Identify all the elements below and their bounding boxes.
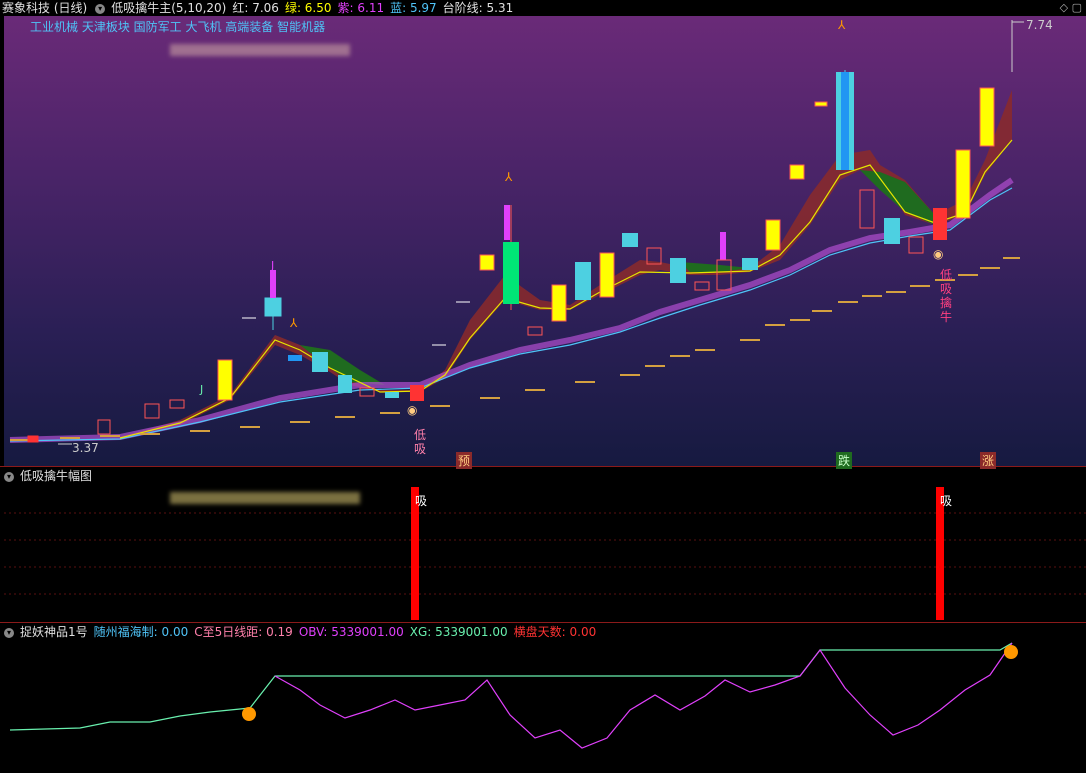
flag-rise: 涨 xyxy=(980,452,997,469)
obv-magenta xyxy=(274,642,1013,749)
flag-predict: 预 xyxy=(456,452,473,469)
panel2-header: ▾ 低吸擒牛幅图 xyxy=(2,468,98,484)
person-icon: ⅄ xyxy=(290,316,298,330)
money-bag-icon: ◉ xyxy=(407,403,418,417)
signal-low-buy-2: 低 吸 擒 牛 xyxy=(940,268,953,324)
low-price-label: 3.37 xyxy=(72,441,99,455)
dropdown-icon[interactable]: ▾ xyxy=(4,627,14,638)
obv-green xyxy=(9,642,1013,731)
bar-label-2: 吸 xyxy=(940,494,953,508)
marker-j-2: J xyxy=(200,383,204,396)
panel-divider-2[interactable] xyxy=(0,622,1086,623)
panel3-header: ▾ 捉妖神品1号 随州福海制: 0.00 C至5日线距: 0.19 OBV: 53390… xyxy=(2,624,602,640)
p3-value-5: 横盘天数: 0.00 xyxy=(513,625,597,639)
dropdown-icon[interactable]: ▾ xyxy=(4,471,14,482)
blurred-text xyxy=(170,492,360,504)
panel2-title[interactable]: 低吸擒牛幅图 xyxy=(20,469,92,483)
high-price-label: 7.74 xyxy=(1026,18,1053,32)
bar-label-1: 吸 xyxy=(415,494,428,508)
person-icon: ⅄ xyxy=(838,18,846,32)
p3-value-3: OBV: 5339001.00 xyxy=(298,625,404,639)
p3-value-4: XG: 5339001.00 xyxy=(409,625,508,639)
chart-svg xyxy=(4,20,1086,749)
red-band xyxy=(120,90,1012,440)
person-icon: ⅄ xyxy=(505,170,513,184)
flag-fall: 跌 xyxy=(836,452,853,469)
signal-low-buy-1: 低 吸 xyxy=(414,428,427,456)
panel3-title[interactable]: 捉妖神品1号 xyxy=(20,625,88,639)
candles xyxy=(27,20,1013,443)
panel-divider-1[interactable] xyxy=(0,466,1086,467)
p3-value-2: C至5日线距: 0.19 xyxy=(194,625,293,639)
marker-j-1: J xyxy=(271,259,275,272)
money-bag-icon: ◉ xyxy=(933,247,944,261)
p3-value-1: 随州福海制: 0.00 xyxy=(93,625,189,639)
